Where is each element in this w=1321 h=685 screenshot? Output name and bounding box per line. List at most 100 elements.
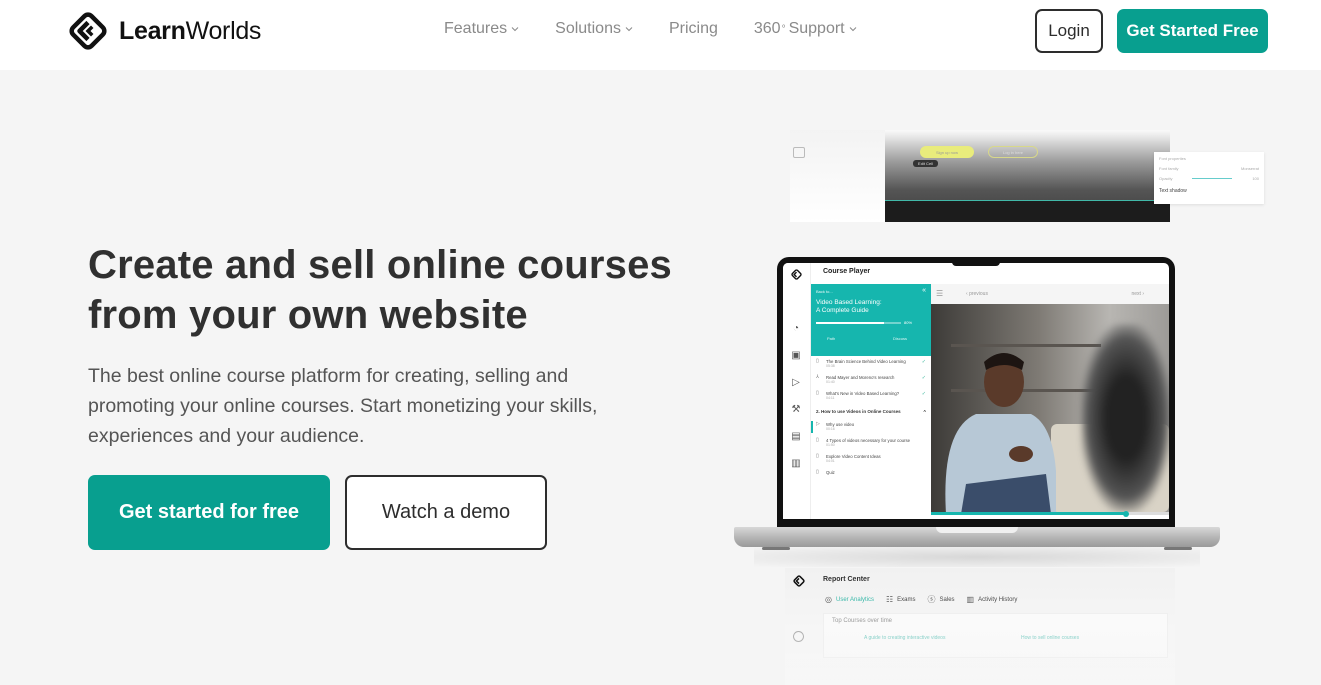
pdf-icon: ⅄ [816, 374, 820, 380]
tab-user-analytics[interactable]: ◎ User Analytics [825, 594, 874, 605]
course-progress-bar [816, 322, 901, 324]
list-item[interactable]: ▯ Explore Video Content Ideas 04:01 [816, 454, 926, 464]
laptop-notch [952, 257, 1000, 266]
book-icon: ▯ [816, 469, 819, 475]
course-header: Back to... « Video Based Learning: A Comp… [811, 284, 931, 356]
course-player-screen: ◔ ▣ ▷ ⚒ ▤ ▥ Course Player Back to... « V… [783, 263, 1169, 519]
hero-title-line2: from your own website [88, 293, 528, 337]
report-center-preview: Report Center ◎ User Analytics ☷ Exams ⓢ Sa… [785, 568, 1175, 685]
scrubber-handle[interactable] [1123, 510, 1130, 517]
learnworlds-logo-icon [793, 575, 805, 587]
site-header: LearnWorlds Features Solutions Pricing 3… [0, 0, 1321, 70]
laptop-foot [1164, 547, 1192, 550]
edit-cell-badge: Edit Cell [913, 160, 938, 167]
chart-icon: ▥ [966, 595, 975, 604]
list-icon: ☷ [886, 595, 894, 604]
course-item-list: ▯ The Brain Science Behind Video Learning… [811, 356, 931, 475]
check-icon: ✓ [921, 391, 926, 397]
video-progress-fill [931, 512, 1127, 515]
chevron-down-icon [849, 27, 856, 32]
tab-activity-history[interactable]: ▥ Activity History [967, 594, 1018, 605]
get-started-free-button[interactable]: Get Started Free [1117, 9, 1268, 53]
next-link[interactable]: next › [1131, 291, 1144, 297]
hero-subtitle: The best online course platform for crea… [88, 365, 598, 447]
play-icon: ▷ [816, 421, 820, 427]
tab-sales[interactable]: ⓢ Sales [928, 594, 955, 605]
previous-link[interactable]: ‹ previous [966, 291, 988, 297]
nav-label: Features [444, 20, 508, 37]
logo-link[interactable]: LearnWorlds [68, 11, 261, 51]
laptop-mockup: ◔ ▣ ▷ ⚒ ▤ ▥ Course Player Back to... « V… [734, 255, 1220, 567]
player-top-bar: ☰ ‹ previous next › [931, 284, 1169, 304]
laptop-shadow [754, 547, 1200, 567]
video-player[interactable] [931, 304, 1169, 512]
instructor-figure [945, 353, 1056, 512]
chart-icon [793, 147, 805, 158]
text-shadow-label: Text shadow [1159, 188, 1187, 194]
laptop-base-notch [936, 527, 1018, 533]
back-link[interactable]: Back to... [816, 289, 833, 294]
list-item[interactable]: ⅄ Read Mayer and Moreno's research 01:40 ✓ [816, 375, 926, 385]
list-item[interactable]: ▯ 4 Types of videos necessary for your co… [816, 438, 926, 448]
dollar-icon: ⓢ [927, 595, 936, 604]
get-started-for-free-button[interactable]: Get started for free [88, 475, 330, 550]
font-family-row: Font family Monserrat [1159, 166, 1259, 171]
nav-features[interactable]: Features [444, 20, 519, 38]
check-icon: ✓ [921, 375, 926, 381]
editor-canvas: Sign up now Log in here Edit Cell Font p… [885, 130, 1264, 222]
wrench-icon[interactable]: ⚒ [790, 404, 802, 416]
clipboard-icon[interactable]: ▤ [790, 431, 802, 443]
logo-text: LearnWorlds [119, 16, 262, 45]
editor-bottom-bar [885, 200, 1170, 222]
learnworlds-logo-icon [791, 269, 802, 280]
book-icon: ▯ [816, 453, 819, 459]
report-tabs: ◎ User Analytics ☷ Exams ⓢ Sales ▥ Activity … [825, 594, 1029, 605]
nav-pricing[interactable]: Pricing [669, 20, 718, 38]
hero-title-line1: Create and sell online courses [88, 243, 672, 287]
nav-solutions[interactable]: Solutions [555, 20, 633, 38]
section-header[interactable]: 2. How to use Videos in Online Courses ^ [816, 409, 926, 414]
list-item[interactable]: ▯ Quiz [816, 469, 926, 476]
main-nav: Features Solutions Pricing 360 ° Support [444, 20, 893, 38]
course-outline-panel: Back to... « Video Based Learning: A Comp… [811, 284, 931, 519]
top-courses-title: Top Courses over time [832, 618, 893, 624]
course-player-sidebar: ◔ ▣ ▷ ⚒ ▤ ▥ [783, 263, 811, 519]
collapse-icon[interactable]: « [922, 287, 926, 294]
play-icon[interactable]: ▷ [790, 377, 802, 389]
menu-icon[interactable]: ☰ [936, 289, 943, 298]
course-title: Video Based Learning: A Complete Guide [816, 299, 882, 314]
nav-360-support[interactable]: 360 ° Support [754, 20, 857, 38]
login-button[interactable]: Login [1035, 9, 1103, 53]
book-icon: ▯ [816, 437, 819, 443]
nav-label: Pricing [668, 20, 718, 37]
list-item[interactable]: ▯ What's New in Video Based Learning? 04:1… [816, 391, 926, 401]
bar-chart-icon[interactable]: ▥ [790, 458, 802, 470]
course-link[interactable]: How to sell online courses [1021, 635, 1079, 641]
certificate-icon[interactable]: ▣ [790, 350, 802, 362]
editor-sidebar [790, 130, 885, 222]
nav-label: 360 [753, 20, 781, 37]
list-item[interactable]: ▷ Why use video 00:16 [811, 421, 926, 433]
dashboard-icon[interactable]: ◔ [790, 323, 802, 335]
book-icon: ▯ [816, 390, 819, 396]
watch-demo-button[interactable]: Watch a demo [345, 475, 547, 550]
laptop-base [734, 527, 1220, 547]
chevron-up-icon: ^ [923, 409, 926, 414]
course-progress-fill [816, 322, 884, 324]
login-pill-preview: Log in here [988, 146, 1038, 158]
video-scrubber[interactable] [931, 510, 1169, 517]
report-center-title: Report Center [823, 576, 870, 583]
course-link[interactable]: A guide to creating interactive videos [864, 635, 945, 641]
signup-pill-preview: Sign up now [920, 146, 974, 158]
hero-title: Create and sell online courses from your… [88, 240, 688, 340]
tab-exams[interactable]: ☷ Exams [886, 594, 916, 605]
chevron-down-icon [625, 27, 633, 32]
nav-label: Solutions [555, 20, 621, 37]
list-item[interactable]: ▯ The Brain Science Behind Video Learning… [816, 359, 926, 369]
course-player-title: Course Player [823, 268, 871, 275]
dashboard-icon [793, 631, 804, 642]
tab-path[interactable]: Path [827, 336, 835, 341]
font-panel-title: Font properties [1159, 156, 1186, 161]
top-courses-panel: Top Courses over time A guide to creatin… [823, 613, 1168, 658]
tab-discuss[interactable]: Discuss [893, 336, 907, 341]
